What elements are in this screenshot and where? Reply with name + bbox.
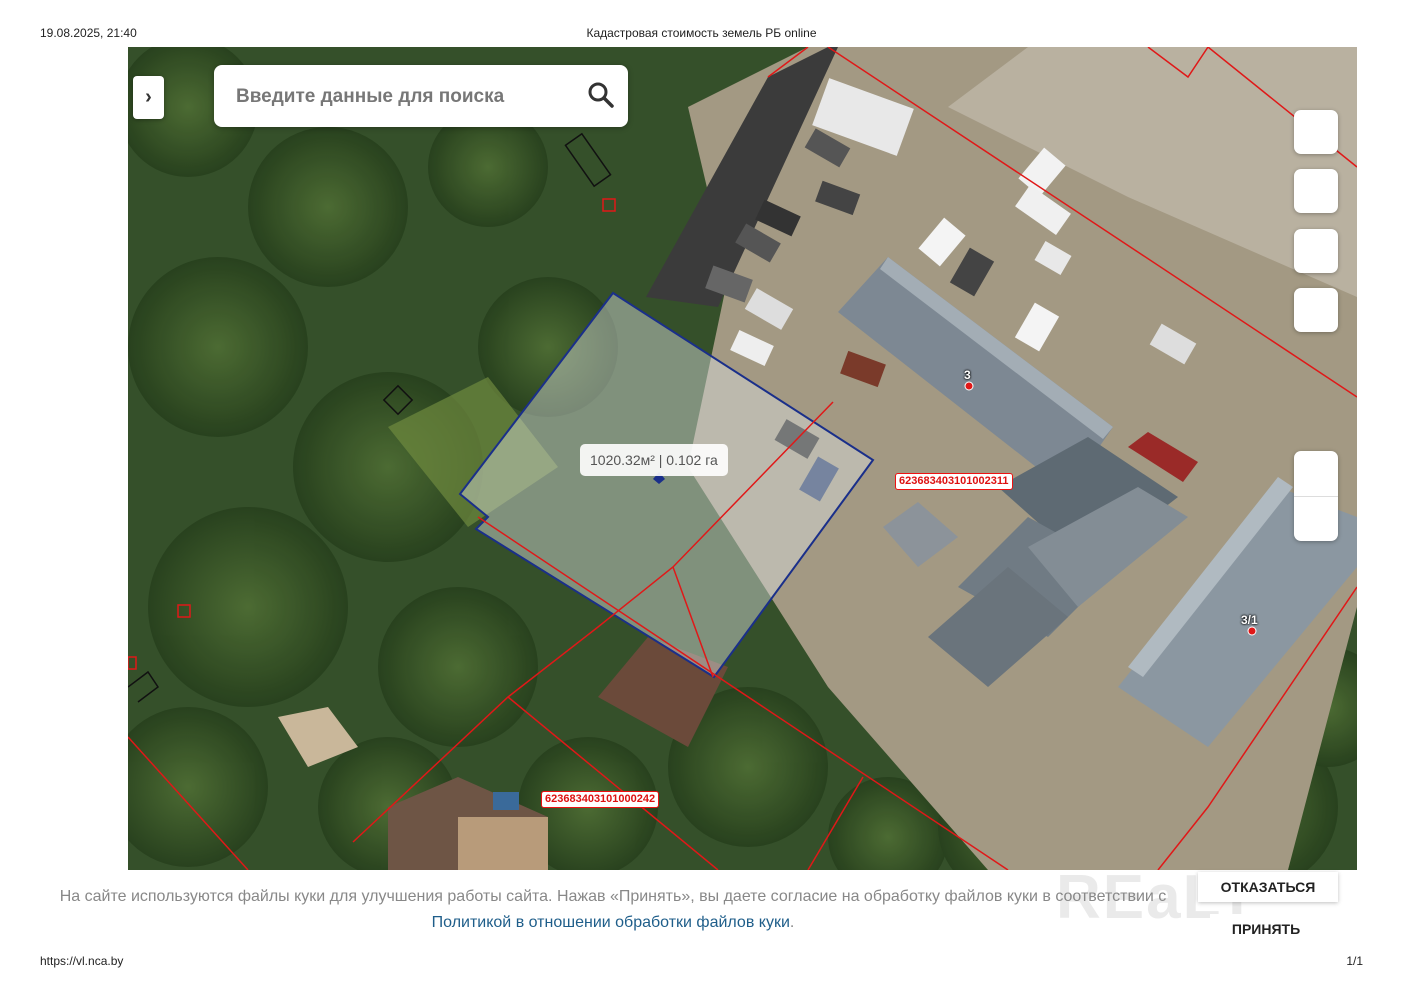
cadastral-number-label[interactable]: 623683403101000242 xyxy=(541,791,660,808)
cookie-text-end: . xyxy=(789,914,795,931)
map-control-button[interactable] xyxy=(1294,110,1338,154)
decline-button[interactable]: ОТКАЗАТЬСЯ xyxy=(1198,872,1338,902)
zoom-out-button[interactable] xyxy=(1294,496,1338,541)
zoom-in-button[interactable] xyxy=(1294,451,1338,496)
print-datetime: 19.08.2025, 21:40 xyxy=(40,26,137,40)
address-marker-dot[interactable] xyxy=(964,381,974,391)
cadastral-number-label[interactable]: 623683403101002311 xyxy=(895,473,1013,490)
zoom-controls xyxy=(1294,451,1338,541)
map-control-button[interactable] xyxy=(1294,229,1338,273)
cookie-message: На сайте используются файлы куки для улу… xyxy=(48,884,1178,936)
print-page-number: 1/1 xyxy=(1346,954,1363,968)
parcel-area-label: 1020.32м² | 0.102 га xyxy=(580,444,728,476)
address-marker-label: 3/1 xyxy=(1241,613,1258,627)
print-page-title: Кадастровая стоимость земель РБ online xyxy=(586,26,817,40)
search-input[interactable] xyxy=(234,83,578,111)
sidebar-toggle-button[interactable]: › xyxy=(133,76,164,119)
search-box[interactable] xyxy=(214,65,628,127)
address-marker-dot[interactable] xyxy=(1247,626,1257,636)
satellite-map[interactable] xyxy=(128,47,1357,870)
address-marker-label: 3 xyxy=(964,368,971,382)
map-control-button[interactable] xyxy=(1294,169,1338,213)
cookie-policy-link[interactable]: Политикой в отношении обработки файлов к… xyxy=(432,914,790,931)
map-viewport[interactable]: 3 3/1 1020.32м² | 0.102 га 6236834031010… xyxy=(128,47,1357,870)
search-icon[interactable] xyxy=(586,80,616,110)
cookie-banner: REaLT На сайте используются файлы куки д… xyxy=(48,863,1357,946)
print-url: https://vl.nca.by xyxy=(40,954,124,968)
map-control-button[interactable] xyxy=(1294,288,1338,332)
chevron-right-icon: › xyxy=(145,86,152,108)
cookie-text-main: На сайте используются файлы куки для улу… xyxy=(59,888,1167,905)
accept-button[interactable]: ПРИНЯТЬ xyxy=(1210,914,1322,944)
